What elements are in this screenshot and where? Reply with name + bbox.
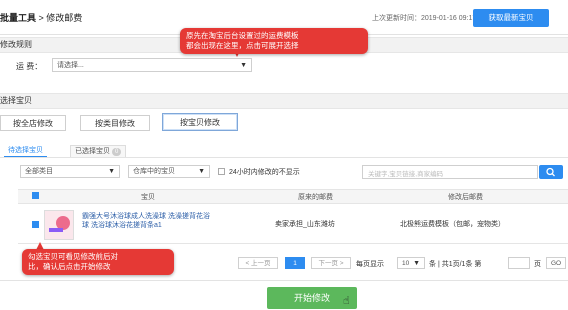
breadcrumb-current: 修改邮费 (46, 13, 83, 23)
freight-template-tip: 原先在淘宝后台设置过的运费模板 都会出现在这里，点击可展开选择 (180, 28, 368, 54)
tab-pending-items[interactable]: 待选择宝贝 (4, 145, 47, 157)
category-filter-select[interactable]: 全部类目 ▼ (20, 165, 120, 178)
chevron-down-icon: ▼ (240, 62, 247, 69)
last-sync-label: 上次更新时间： (372, 15, 421, 22)
selected-count-badge: 0 (111, 148, 122, 156)
chevron-down-icon: ▼ (413, 260, 420, 267)
tip-line: 勾选宝贝可看见修改前后对 (28, 252, 118, 261)
fetch-latest-items-button[interactable]: 获取最新宝贝 (473, 9, 549, 27)
chevron-down-icon: ▼ (108, 168, 115, 175)
last-sync-time: 2019-01-16 09:17 (421, 15, 477, 22)
tip-line: 原先在淘宝后台设置过的运费模板 (186, 31, 299, 40)
breadcrumb-tools[interactable]: 批量工具 (0, 13, 36, 23)
per-page-select[interactable]: 10 ▼ (397, 257, 425, 269)
category-filter-value: 全部类目 (25, 168, 53, 175)
tip-line: 比，确认后点击开始修改 (28, 262, 111, 271)
start-modify-label: 开始修改 (293, 293, 330, 303)
hide-recent-checkbox[interactable] (218, 168, 225, 175)
search-input[interactable]: 关键字,宝贝链接,商家编码 (362, 165, 538, 179)
item-thumbnail[interactable] (44, 210, 74, 240)
table-header (18, 189, 568, 204)
column-original-fee: 原来的邮费 (298, 194, 333, 201)
mode-by-item-button[interactable]: 按宝贝修改 (162, 113, 238, 131)
new-fee-value: 北极熊运费模板（包邮，宠物类） (400, 221, 505, 228)
column-item: 宝贝 (141, 194, 155, 201)
mode-whole-shop-button[interactable]: 按全店修改 (0, 115, 66, 131)
search-placeholder: 关键字,宝贝链接,商家编码 (368, 171, 444, 178)
hide-recent-label: 24小时内修改的不显示 (229, 169, 300, 176)
per-page-value: 10 (402, 260, 410, 267)
item-title-link[interactable]: 霸强大号沐浴球成人洗澡球 洗澡搓背花浴 球 洗浴球沐浴花搓背条a1 (82, 212, 242, 230)
select-section-header: 选择宝贝 (0, 93, 568, 109)
original-fee-value: 卖家承担_山东潍坊 (275, 221, 335, 228)
mode-category-button[interactable]: 按类目修改 (80, 115, 150, 131)
tabs-divider (0, 157, 568, 158)
page-suffix: 页 (534, 261, 541, 268)
search-button[interactable] (539, 165, 563, 179)
next-page-button[interactable]: 下一页 > (311, 257, 351, 269)
column-new-fee: 修改后邮费 (448, 194, 483, 201)
per-page-label: 每页显示 (356, 261, 384, 268)
status-filter-select[interactable]: 仓库中的宝贝 ▼ (128, 165, 210, 178)
status-filter-value: 仓库中的宝贝 (133, 168, 175, 175)
page-summary: 条 | 共1页/1条 第 (429, 261, 482, 268)
freight-template-select[interactable]: 请选择... ▼ (52, 58, 252, 72)
prev-page-button[interactable]: < 上一页 (238, 257, 278, 269)
search-icon (546, 167, 555, 177)
footer-divider (0, 280, 568, 281)
breadcrumb-separator: > (36, 13, 47, 23)
tab-selected-label: 已选择宝贝 (75, 148, 110, 155)
bath-ball-image-icon (49, 216, 70, 232)
tab-selected-items[interactable]: 已选择宝贝 0 (70, 145, 127, 157)
item-title-line: 霸强大号沐浴球成人洗澡球 洗澡搓背花浴 (82, 213, 210, 220)
row-checkbox[interactable] (32, 221, 39, 228)
rule-section-title: 修改规则 (0, 40, 32, 49)
pointer-cursor-icon: ☝ (343, 295, 350, 307)
tip-line: 都会出现在这里，点击可展开选择 (186, 41, 299, 50)
select-all-checkbox[interactable] (32, 192, 39, 199)
item-title-line: 球 洗浴球沐浴花搓背条a1 (82, 222, 162, 229)
freight-select-value: 请选择... (57, 62, 84, 69)
breadcrumb: 批量工具 > 修改邮费 (0, 11, 82, 24)
last-sync-info: 上次更新时间：2019-01-16 09:17 (372, 13, 476, 23)
go-button[interactable]: GO (546, 257, 566, 269)
chevron-down-icon: ▼ (198, 168, 205, 175)
select-section-title: 选择宝贝 (0, 96, 32, 105)
current-page-button[interactable]: 1 (285, 257, 305, 269)
page-number-input[interactable] (508, 257, 530, 269)
compare-tip: 勾选宝贝可看见修改前后对 比，确认后点击开始修改 (22, 249, 174, 275)
freight-label: 运 费： (16, 62, 43, 71)
